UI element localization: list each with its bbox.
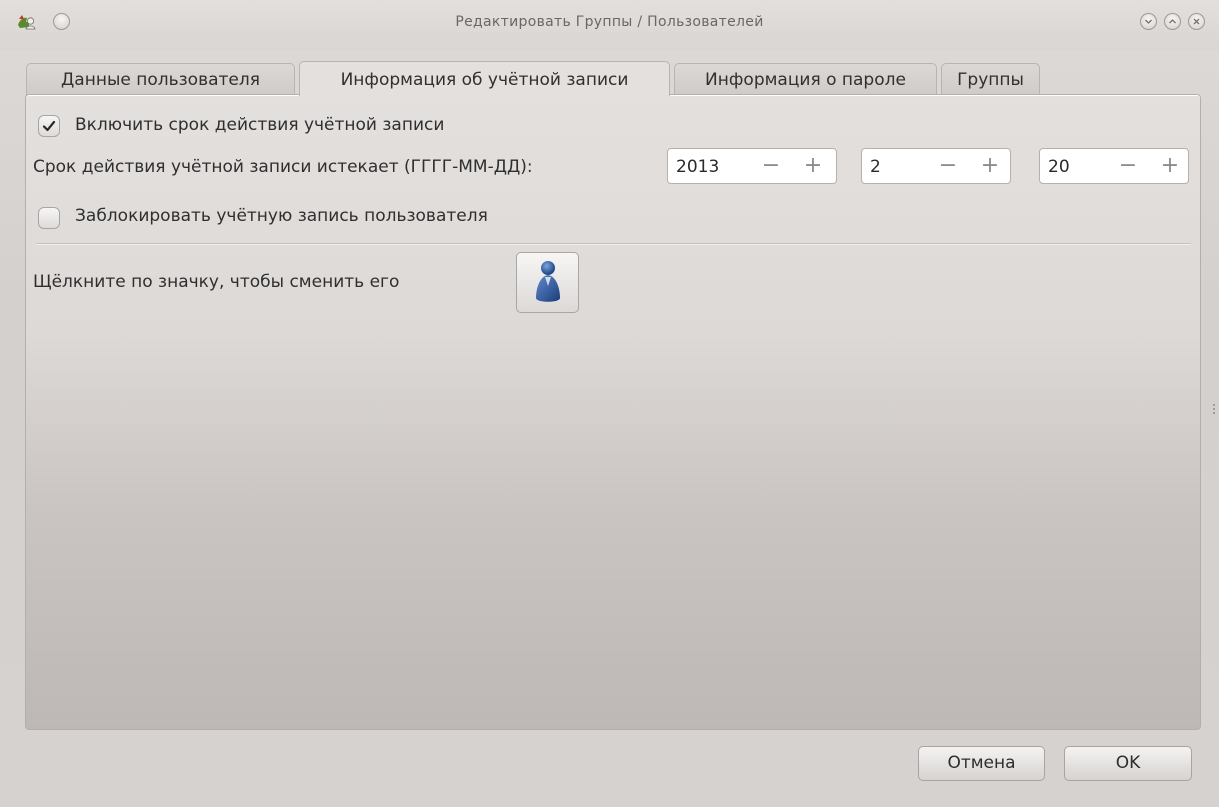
month-decrement-button[interactable]: − bbox=[935, 152, 961, 180]
minimize-button[interactable] bbox=[1140, 13, 1157, 30]
day-decrement-button[interactable]: − bbox=[1115, 152, 1141, 180]
window-title: Редактировать Группы / Пользователей bbox=[455, 14, 764, 30]
lock-account-checkbox[interactable] bbox=[38, 207, 60, 229]
tab-password-info[interactable]: Информация о пароле bbox=[674, 63, 937, 95]
close-button[interactable] bbox=[1188, 13, 1205, 30]
checkmark-icon bbox=[42, 120, 56, 132]
day-increment-button[interactable]: + bbox=[1157, 152, 1183, 180]
year-spinbox[interactable]: 2013 − + bbox=[667, 148, 837, 184]
resize-grip[interactable] bbox=[1213, 404, 1215, 416]
tab-account-info[interactable]: Информация об учётной записи bbox=[299, 61, 670, 96]
user-avatar-icon bbox=[536, 261, 560, 302]
separator bbox=[36, 243, 1191, 245]
maximize-icon bbox=[1169, 19, 1176, 24]
month-increment-button[interactable]: + bbox=[977, 152, 1003, 180]
cancel-button[interactable]: Отмена bbox=[918, 746, 1045, 781]
year-decrement-button[interactable]: − bbox=[758, 152, 784, 180]
month-value: 2 bbox=[870, 157, 881, 177]
tab-user-data[interactable]: Данные пользователя bbox=[26, 63, 295, 95]
title-bar: Редактировать Группы / Пользователей bbox=[0, 0, 1219, 50]
ok-button[interactable]: OK bbox=[1064, 746, 1192, 781]
close-icon bbox=[1193, 18, 1200, 25]
month-spinbox[interactable]: 2 − + bbox=[861, 148, 1011, 184]
year-value: 2013 bbox=[676, 157, 720, 177]
tab-groups[interactable]: Группы bbox=[941, 63, 1040, 95]
icon-hint-label: Щёлкните по значку, чтобы сменить его bbox=[33, 272, 400, 292]
enable-expiration-checkbox[interactable] bbox=[38, 115, 60, 137]
expires-label: Срок действия учётной записи истекает (Г… bbox=[33, 157, 533, 177]
tab-panel bbox=[25, 94, 1201, 730]
year-increment-button[interactable]: + bbox=[800, 152, 826, 180]
dialog-window: Редактировать Группы / Пользователей Дан… bbox=[0, 0, 1219, 807]
day-value: 20 bbox=[1048, 157, 1070, 177]
day-spinbox[interactable]: 20 − + bbox=[1039, 148, 1189, 184]
minimize-icon bbox=[1145, 19, 1152, 24]
lock-account-label: Заблокировать учётную запись пользовател… bbox=[75, 206, 488, 226]
change-icon-button[interactable] bbox=[516, 252, 579, 313]
enable-expiration-label: Включить срок действия учётной записи bbox=[75, 115, 445, 135]
maximize-button[interactable] bbox=[1164, 13, 1181, 30]
